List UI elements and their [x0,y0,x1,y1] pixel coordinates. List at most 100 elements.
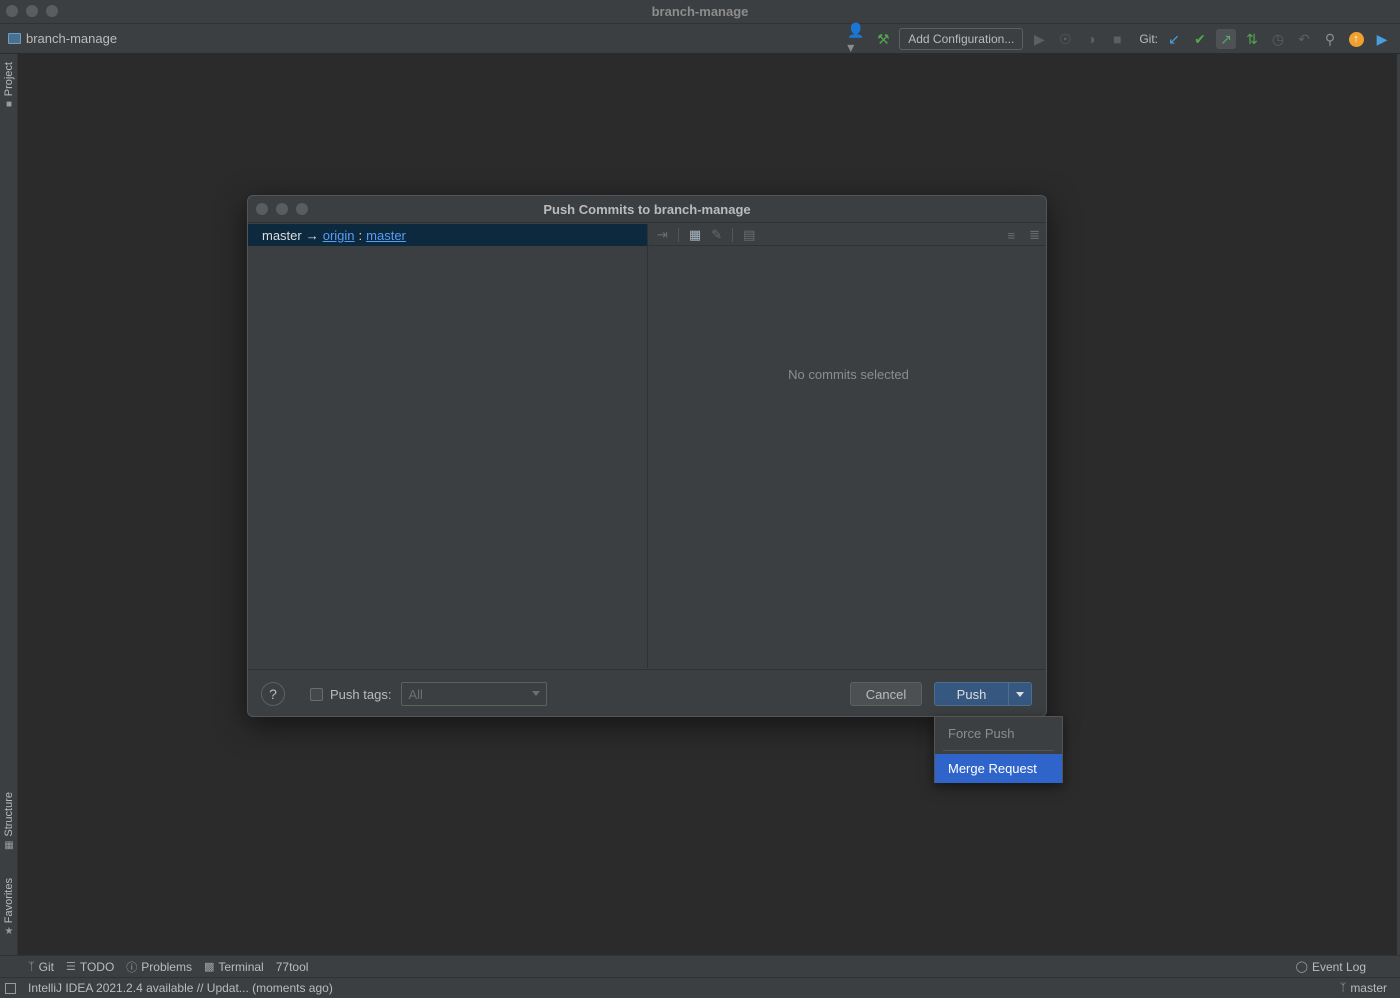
push-tags-select-value: All [408,686,423,702]
local-branch: master [262,227,302,243]
git-history-icon[interactable]: ◷ [1268,29,1288,49]
window-titlebar: branch-manage [0,0,1400,24]
folder-icon: ■ [5,99,13,111]
close-window-button[interactable] [6,5,18,17]
todo-tool-label: TODO [79,959,115,974]
stop-icon[interactable]: ■ [1107,29,1127,49]
update-available-icon[interactable]: ↑ [1346,29,1366,49]
dialog-minimize-button[interactable] [276,203,288,215]
status-bar: IntelliJ IDEA 2021.2.4 available // Upda… [0,977,1400,998]
push-commits-dialog: Push Commits to branch-manage master → o… [247,195,1047,717]
preview-diff-icon[interactable]: ▤ [743,227,755,243]
debug-icon[interactable]: ☉ [1055,29,1075,49]
speech-bubble-icon: ◯ [1295,961,1308,973]
push-repositories-panel: master → origin : master [248,224,648,668]
plugin-logo-icon[interactable]: ▶ [1372,29,1392,49]
structure-tool-label: Structure [3,792,15,837]
zoom-window-button[interactable] [46,5,58,17]
repository-push-row[interactable]: master → origin : master [248,224,647,246]
remote-branch-link[interactable]: master [366,228,406,243]
dialog-titlebar: Push Commits to branch-manage [248,196,1046,223]
git-tool-button[interactable]: ᛉ Git [28,960,54,974]
push-button[interactable]: Push [935,687,1008,702]
details-toolbar: ⇥ ▦ ✎ ▤ ≡ ≣ [649,224,1046,246]
remote-separator: : [358,227,363,243]
git-label: Git: [1139,32,1158,46]
build-hammer-icon[interactable]: ⚒ [873,29,893,49]
list-icon: ☰ [65,961,76,973]
problems-tool-label: Problems [141,959,192,974]
dialog-footer: ? Push tags: All Cancel Push [248,669,1046,716]
77tool-tool-button[interactable]: 77tool [276,960,309,974]
user-account-icon[interactable]: 👤▾ [847,22,867,55]
push-tags-label: Push tags: [330,686,392,702]
event-log-label: Event Log [1311,959,1366,974]
status-message[interactable]: IntelliJ IDEA 2021.2.4 available // Upda… [28,981,333,995]
dialog-window-controls[interactable] [256,203,308,215]
chevron-down-icon [532,691,541,696]
structure-icon: ▦ [4,839,14,851]
tool-window-toggle-icon[interactable] [5,982,16,994]
project-breadcrumb[interactable]: branch-manage [8,31,117,46]
todo-tool-button[interactable]: ☰ TODO [66,960,114,974]
git-pull-requests-icon[interactable]: ⇅ [1242,29,1262,49]
push-options-dropdown[interactable] [1009,691,1031,697]
cancel-button[interactable]: Cancel [850,682,922,706]
warning-circle-icon: ⓘ [126,961,138,974]
window-controls[interactable] [6,5,58,17]
minimize-window-button[interactable] [26,5,38,17]
git-branch-icon: ᛉ [28,960,35,973]
push-tags-select[interactable]: All [401,682,548,706]
project-name: branch-manage [26,31,118,46]
menu-item-force-push[interactable]: Force Push [935,719,1062,747]
terminal-tool-label: Terminal [218,959,264,974]
structure-tool-button[interactable]: Structure ▦ [0,792,18,851]
terminal-icon: ▩ [203,961,215,973]
expand-all-icon[interactable]: ≡ [1008,228,1016,243]
rollback-icon[interactable]: ↶ [1294,29,1314,49]
git-tool-label: Git [38,959,54,974]
favorites-tool-label: Favorites [3,878,15,924]
dialog-zoom-button[interactable] [296,203,308,215]
remote-name-link[interactable]: origin [323,228,355,243]
run-icon[interactable]: ▶ [1029,29,1049,49]
help-button[interactable]: ? [261,682,285,706]
edit-source-icon[interactable]: ✎ [711,227,722,243]
add-configuration-button[interactable]: Add Configuration... [899,28,1024,50]
favorites-tool-button[interactable]: Favorites ★ [0,878,18,937]
toolbar-actions: 👤▾ ⚒ Add Configuration... ▶ ☉ ◑ ■ Git: ↙… [847,22,1392,55]
dialog-close-button[interactable] [256,203,268,215]
problems-tool-button[interactable]: ⓘ Problems [126,959,192,975]
search-icon[interactable]: ⚲ [1320,29,1340,49]
window-title: branch-manage [651,4,749,19]
project-tool-button[interactable]: Project ■ [0,62,18,110]
push-options-menu: Force Push Merge Request [934,716,1063,783]
toolbar-divider [677,227,679,242]
collapse-arrows-icon[interactable]: ⇥ [657,227,668,243]
collapse-all-icon[interactable]: ≣ [1029,227,1040,243]
group-by-icon[interactable]: ▦ [689,227,701,243]
push-arrow-icon: → [305,227,319,243]
commit-details-panel: ⇥ ▦ ✎ ▤ ≡ ≣ No commits selected [649,224,1046,668]
git-branch-icon: ᛉ [1339,982,1347,994]
git-push-icon[interactable]: ↗ [1216,29,1236,49]
main-toolbar: branch-manage 👤▾ ⚒ Add Configuration... … [0,22,1400,55]
folder-icon [8,33,21,44]
status-branch-widget[interactable]: ᛉ master [1340,981,1387,995]
terminal-tool-button[interactable]: ▩ Terminal [204,960,264,974]
menu-item-merge-request[interactable]: Merge Request [935,754,1062,783]
toolbar-divider [732,227,734,242]
status-branch-name: master [1350,981,1387,995]
bottom-tool-bar: ᛉ Git ☰ TODO ⓘ Problems ▩ Terminal 77too… [0,955,1400,977]
77tool-tool-label: 77tool [275,959,309,974]
dialog-title: Push Commits to branch-manage [543,201,751,217]
details-toolbar-right: ≡ ≣ [1008,224,1041,246]
empty-state-text: No commits selected [788,367,909,382]
left-tool-stripe: Project ■ Structure ▦ Favorites ★ [0,54,18,956]
chevron-down-icon [1016,691,1024,697]
push-tags-checkbox[interactable] [310,687,323,701]
git-commit-icon[interactable]: ✔ [1190,29,1210,49]
event-log-button[interactable]: ◯ Event Log [1296,960,1366,974]
coverage-icon[interactable]: ◑ [1081,29,1101,49]
git-update-icon[interactable]: ↙ [1164,29,1184,49]
